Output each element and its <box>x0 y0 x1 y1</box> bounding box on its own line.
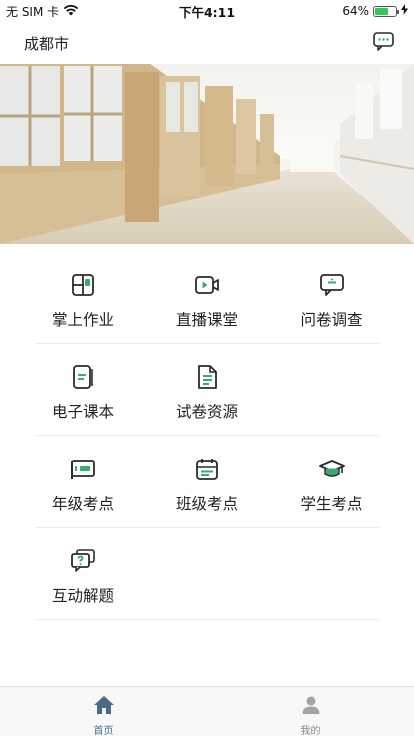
city-selector[interactable]: 成都市 <box>24 33 69 54</box>
battery-fill <box>375 7 388 15</box>
tab-label: 我的 <box>300 726 321 736</box>
feature-label: 问卷调查 <box>300 311 363 329</box>
tab-label: 首页 <box>93 726 114 736</box>
live-video-icon <box>194 272 220 298</box>
feature-label: 学生考点 <box>300 495 363 513</box>
feature-grade-points[interactable]: 年级考点 <box>36 436 130 527</box>
feature-live-class[interactable]: 直播课堂 <box>130 252 284 343</box>
home-icon <box>93 695 115 719</box>
battery-icon <box>373 5 399 17</box>
carrier-text: 无 SIM 卡 <box>6 4 60 19</box>
grid-row: 电子课本 试卷资源 <box>36 344 379 436</box>
feature-grid: 掌上作业 直播课堂 问卷调查 电子课本 试卷资源 年级考点 班级考点 学生考点 … <box>36 252 379 620</box>
ebook-icon <box>70 364 96 390</box>
feature-exam-resources[interactable]: 试卷资源 <box>130 344 284 435</box>
banner-image[interactable] <box>0 64 414 244</box>
feature-ebook[interactable]: 电子课本 <box>36 344 130 435</box>
feature-label: 班级考点 <box>175 495 238 513</box>
charging-icon <box>401 4 408 18</box>
status-left: 无 SIM 卡 <box>6 3 79 20</box>
battery-percent: 64% <box>342 4 369 18</box>
message-button[interactable] <box>372 31 394 55</box>
tab-mine[interactable]: 我的 <box>207 687 414 736</box>
grade-card-icon <box>70 456 96 482</box>
feature-interactive-qa[interactable]: 互动解题 <box>36 528 130 619</box>
chat-bubble-icon <box>372 31 394 55</box>
feature-homework[interactable]: 掌上作业 <box>36 252 130 343</box>
grid-row: 互动解题 <box>36 528 379 620</box>
feature-student-points[interactable]: 学生考点 <box>284 436 379 527</box>
feature-label: 电子课本 <box>51 403 114 421</box>
feature-label: 直播课堂 <box>175 311 238 329</box>
homework-grid-icon <box>70 272 96 298</box>
graduation-cap-icon <box>318 456 345 482</box>
user-icon <box>301 695 321 719</box>
status-right: 64% <box>342 4 408 18</box>
exam-paper-icon <box>194 364 220 390</box>
school-corridor-photo <box>0 64 414 244</box>
wifi-icon <box>63 4 79 19</box>
class-calendar-icon <box>194 456 220 482</box>
status-bar: 无 SIM 卡 下午4:11 64% <box>0 0 414 22</box>
grid-row: 年级考点 班级考点 学生考点 <box>36 436 379 528</box>
feature-label: 互动解题 <box>51 587 114 605</box>
feature-class-points[interactable]: 班级考点 <box>130 436 284 527</box>
feature-label: 试卷资源 <box>175 403 238 421</box>
feature-label: 年级考点 <box>51 495 114 513</box>
feature-survey[interactable]: 问卷调查 <box>284 252 379 343</box>
question-chat-icon <box>70 548 96 574</box>
survey-chat-icon <box>319 272 345 298</box>
tab-home[interactable]: 首页 <box>0 687 207 736</box>
tab-bar: 首页 我的 <box>0 686 414 736</box>
nav-bar: 成都市 <box>0 22 414 64</box>
feature-label: 掌上作业 <box>51 311 114 329</box>
grid-row: 掌上作业 直播课堂 问卷调查 <box>36 252 379 344</box>
